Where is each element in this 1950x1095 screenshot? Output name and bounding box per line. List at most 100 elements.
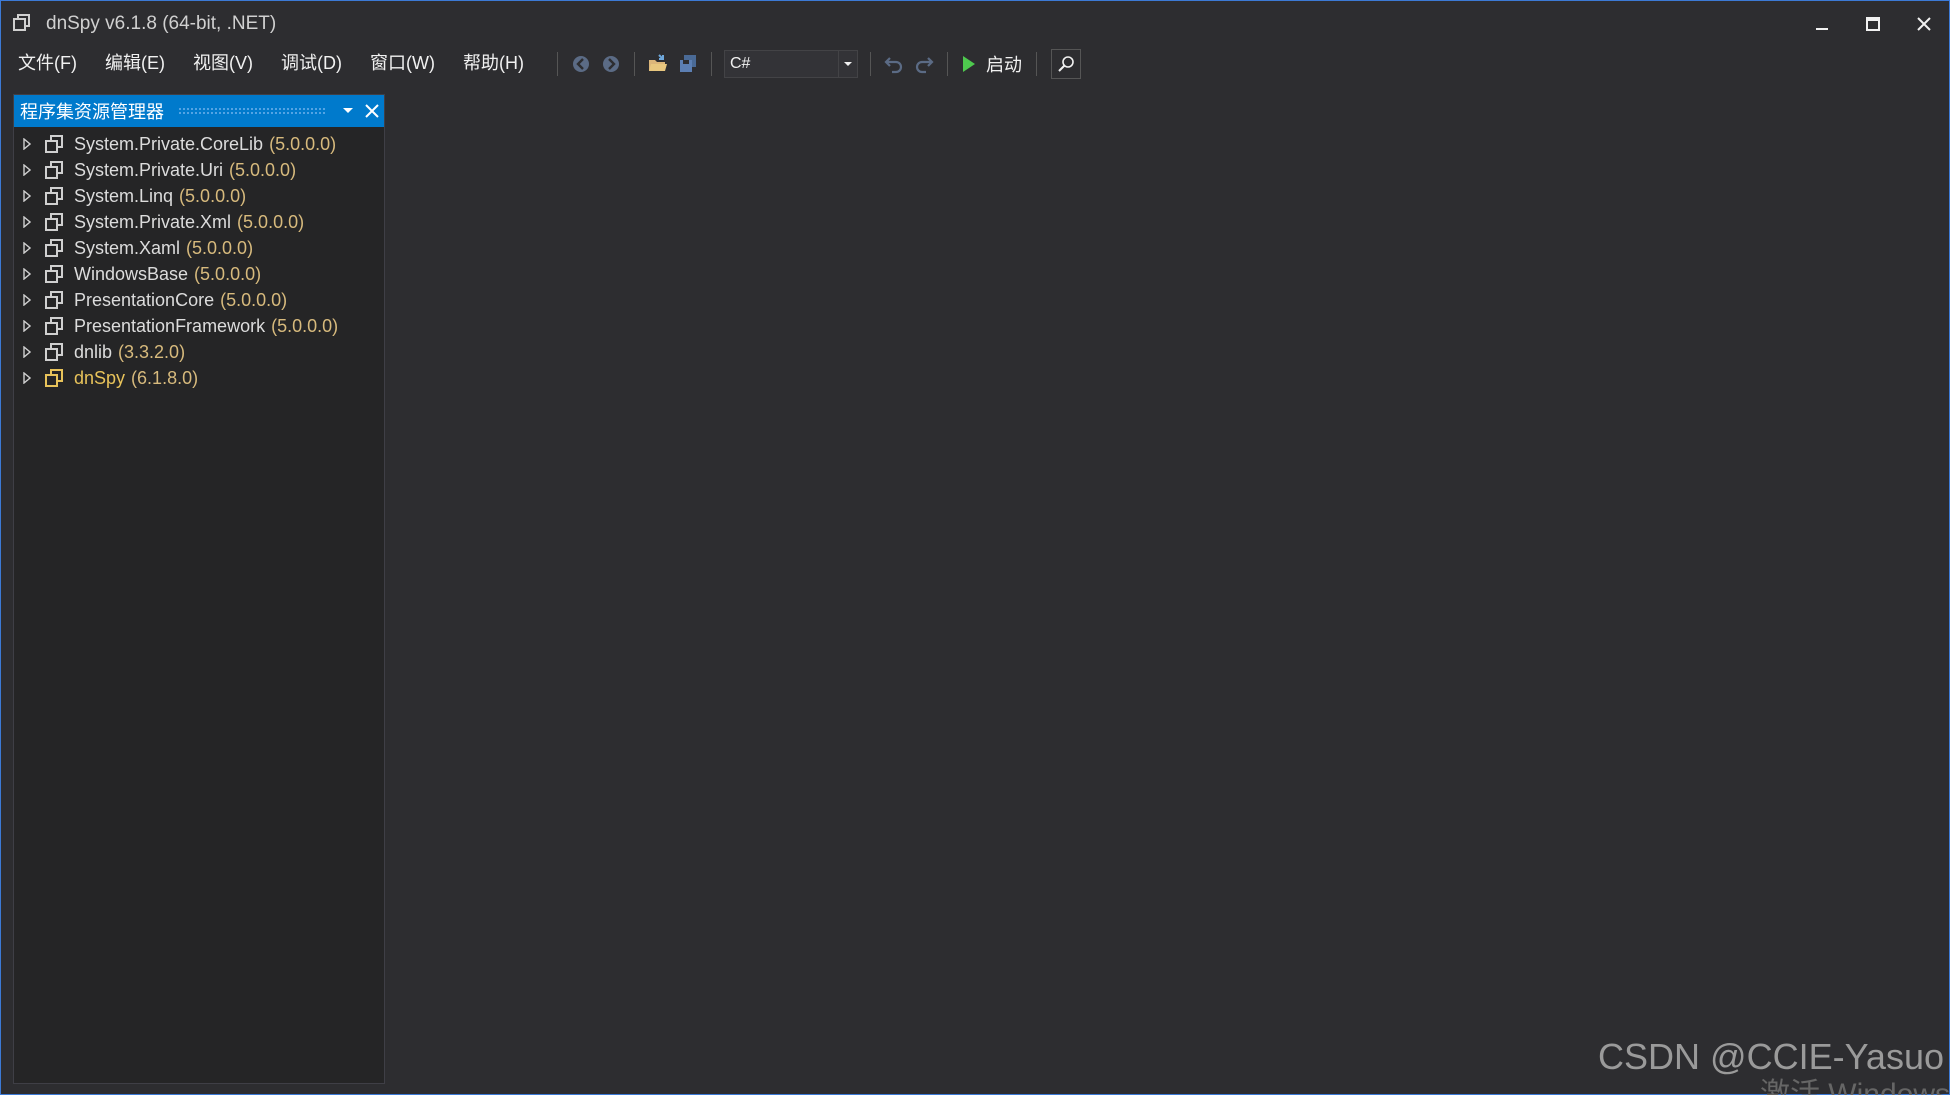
redo-button[interactable] — [909, 49, 939, 79]
assembly-version: (5.0.0.0) — [179, 185, 247, 206]
assembly-name: System.Xaml — [74, 237, 181, 258]
assembly-icon — [44, 368, 64, 388]
search-button[interactable] — [1051, 49, 1081, 79]
language-value: C# — [730, 55, 751, 72]
assembly-name: System.Private.Uri — [74, 159, 224, 180]
assembly-version: (5.0.0.0) — [194, 263, 262, 284]
forward-button[interactable] — [596, 49, 626, 79]
toolbar-separator — [870, 52, 871, 76]
tree-item-windowsbase[interactable]: WindowsBase (5.0.0.0) — [14, 261, 384, 287]
minimize-icon — [1815, 28, 1828, 30]
assembly-version: (5.0.0.0) — [271, 315, 339, 336]
assembly-icon — [44, 316, 64, 336]
save-all-button[interactable] — [673, 49, 703, 79]
expand-arrow-icon[interactable] — [20, 183, 34, 209]
toolbar-separator — [634, 52, 635, 76]
window-title: dnSpy v6.1.8 (64-bit, .NET) — [46, 13, 277, 34]
assembly-name: dnSpy — [74, 367, 126, 388]
assembly-name: System.Private.Xml — [74, 211, 232, 232]
chevron-down-icon[interactable] — [838, 51, 857, 77]
assembly-icon — [44, 160, 64, 180]
assembly-version: (5.0.0.0) — [186, 237, 254, 258]
expand-arrow-icon[interactable] — [20, 209, 34, 235]
toolbar: C# 启动 — [549, 47, 1081, 81]
menu-file[interactable]: 文件(F) — [1, 47, 91, 79]
tree-item-presentationcore[interactable]: PresentationCore (5.0.0.0) — [14, 287, 384, 313]
assembly-tree: System.Private.CoreLib (5.0.0.0) System.… — [14, 127, 384, 391]
panel-title: 程序集资源管理器 — [20, 102, 164, 122]
assembly-version: (5.0.0.0) — [269, 133, 337, 154]
assembly-version: (3.3.2.0) — [118, 341, 186, 362]
expand-arrow-icon[interactable] — [20, 157, 34, 183]
undo-icon — [884, 57, 903, 74]
panel-close-button[interactable] — [360, 95, 384, 127]
toolbar-separator — [557, 52, 558, 76]
minimize-button[interactable] — [1796, 1, 1847, 47]
close-button[interactable] — [1898, 1, 1949, 47]
play-icon — [963, 56, 975, 72]
tree-item-system-private-uri[interactable]: System.Private.Uri (5.0.0.0) — [14, 157, 384, 183]
close-icon — [1916, 17, 1931, 31]
toolbar-separator — [947, 52, 948, 76]
assembly-icon — [44, 212, 64, 232]
assembly-name: PresentationCore — [74, 289, 215, 310]
assembly-icon — [44, 134, 64, 154]
tree-item-dnspy[interactable]: dnSpy (6.1.8.0) — [14, 365, 384, 391]
expand-arrow-icon[interactable] — [20, 313, 34, 339]
menu-window[interactable]: 窗口(W) — [356, 47, 449, 79]
menu-edit[interactable]: 编辑(E) — [91, 47, 179, 79]
tree-item-system-linq[interactable]: System.Linq (5.0.0.0) — [14, 183, 384, 209]
chevron-down-icon — [343, 108, 353, 113]
app-icon — [12, 13, 32, 33]
expand-arrow-icon[interactable] — [20, 261, 34, 287]
assembly-icon — [44, 186, 64, 206]
title-bar[interactable]: dnSpy v6.1.8 (64-bit, .NET) — [1, 1, 1949, 47]
tree-item-presentationframework[interactable]: PresentationFramework (5.0.0.0) — [14, 313, 384, 339]
back-button[interactable] — [566, 49, 596, 79]
assembly-name: PresentationFramework — [74, 315, 266, 336]
panel-dropdown-button[interactable] — [336, 95, 360, 127]
language-dropdown[interactable]: C# — [724, 50, 858, 78]
expand-arrow-icon[interactable] — [20, 365, 34, 391]
dnspy-window: dnSpy v6.1.8 (64-bit, .NET) 文件(F) 编辑(E) … — [0, 0, 1950, 1095]
expand-arrow-icon[interactable] — [20, 235, 34, 261]
csdn-watermark: CSDN @CCIE-Yasuo — [1598, 1036, 1944, 1077]
assembly-version: (5.0.0.0) — [237, 211, 305, 232]
assembly-version: (5.0.0.0) — [229, 159, 297, 180]
maximize-button[interactable] — [1847, 1, 1898, 47]
assembly-name: WindowsBase — [74, 263, 189, 284]
panel-drag-grip[interactable] — [178, 107, 326, 115]
toolbar-separator — [711, 52, 712, 76]
window-controls — [1796, 1, 1949, 47]
tree-item-dnlib[interactable]: dnlib (3.3.2.0) — [14, 339, 384, 365]
tree-item-system-private-xml[interactable]: System.Private.Xml (5.0.0.0) — [14, 209, 384, 235]
menu-help[interactable]: 帮助(H) — [449, 47, 538, 79]
menu-debug[interactable]: 调试(D) — [267, 47, 356, 79]
search-icon — [1058, 56, 1074, 72]
assembly-icon — [44, 290, 64, 310]
expand-arrow-icon[interactable] — [20, 131, 34, 157]
assembly-version: (5.0.0.0) — [220, 289, 288, 310]
assembly-version: (6.1.8.0) — [131, 367, 199, 388]
start-button[interactable]: 启动 — [956, 49, 1028, 79]
undo-button[interactable] — [879, 49, 909, 79]
assembly-explorer-panel: 程序集资源管理器 System.Private.CoreLib (5.0.0.0… — [13, 94, 385, 1084]
assembly-icon — [44, 238, 64, 258]
expand-arrow-icon[interactable] — [20, 287, 34, 313]
close-icon — [365, 104, 379, 118]
tree-item-system-private-corelib[interactable]: System.Private.CoreLib (5.0.0.0) — [14, 131, 384, 157]
expand-arrow-icon[interactable] — [20, 339, 34, 365]
assembly-name: System.Private.CoreLib — [74, 133, 264, 154]
forward-arrow-icon — [603, 56, 619, 72]
assembly-name: dnlib — [74, 341, 113, 362]
maximize-icon — [1865, 17, 1880, 31]
start-label: 启动 — [986, 55, 1022, 75]
back-arrow-icon — [573, 56, 589, 72]
redo-icon — [915, 57, 934, 74]
assembly-icon — [44, 342, 64, 362]
open-button[interactable] — [643, 49, 673, 79]
menu-view[interactable]: 视图(V) — [179, 47, 267, 79]
tree-item-system-xaml[interactable]: System.Xaml (5.0.0.0) — [14, 235, 384, 261]
save-all-icon — [680, 55, 696, 72]
panel-header[interactable]: 程序集资源管理器 — [14, 95, 384, 127]
